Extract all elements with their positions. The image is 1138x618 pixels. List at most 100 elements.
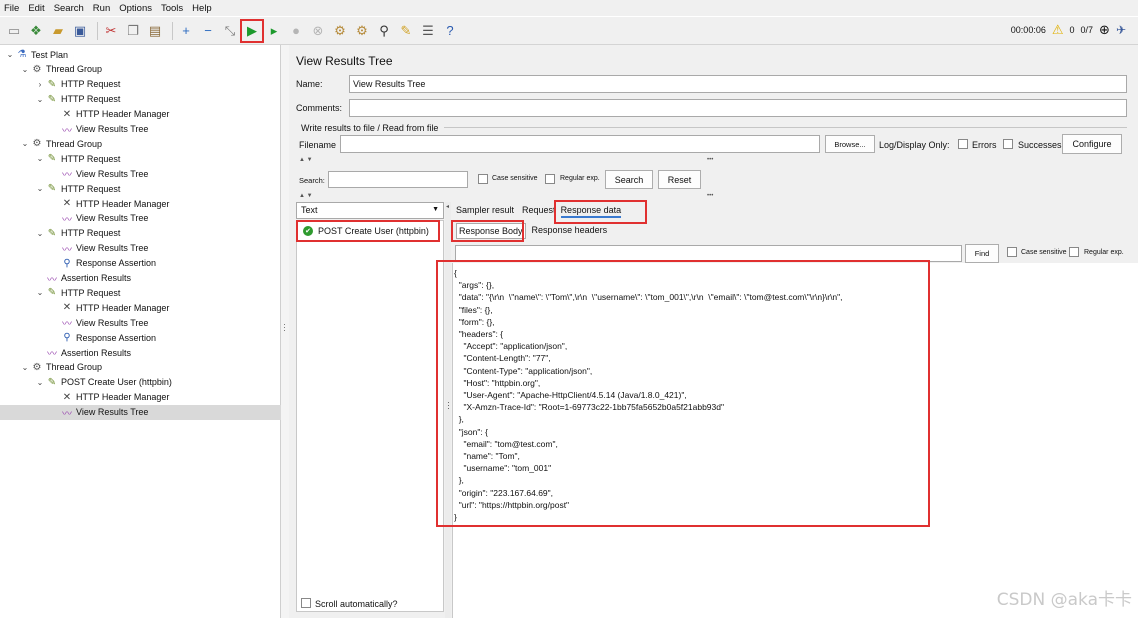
tab-request[interactable]: Request: [522, 205, 556, 218]
copy-icon[interactable]: ❐: [124, 22, 142, 40]
collapse-arrows-2[interactable]: ▲ ▼: [299, 193, 313, 199]
chevron-down-icon[interactable]: ⌄: [20, 139, 30, 148]
collapse-icon[interactable]: −: [199, 22, 217, 40]
errors-checkbox[interactable]: [958, 139, 968, 149]
tree-node[interactable]: 〰 View Results Tree: [50, 211, 148, 226]
tree-node[interactable]: ⌄ ✎ HTTP Request: [35, 151, 121, 166]
name-field[interactable]: View Results Tree: [349, 75, 1127, 93]
tree-node[interactable]: ✕ HTTP Header Manager: [50, 390, 170, 405]
cut-icon[interactable]: ✂: [102, 22, 120, 40]
successes-checkbox[interactable]: [1003, 139, 1013, 149]
reset-button[interactable]: Reset: [658, 170, 701, 189]
tree-node[interactable]: 〰 View Results Tree: [0, 404, 281, 420]
vertical-splitter[interactable]: · · ·: [281, 45, 289, 618]
function-helper-icon[interactable]: ☰: [419, 22, 437, 40]
filename-field[interactable]: [340, 135, 820, 153]
tree-node[interactable]: ⌄ ⚙ Thread Group: [20, 360, 102, 375]
chevron-down-icon[interactable]: ⌄: [35, 184, 45, 193]
tree-node[interactable]: 〰 View Results Tree: [50, 122, 148, 137]
tree-node-label: View Results Tree: [76, 124, 149, 134]
browse-button[interactable]: Browse...: [825, 135, 875, 153]
save-icon[interactable]: ▣: [71, 22, 89, 40]
tree-node[interactable]: ⌄ ✎ HTTP Request: [35, 92, 121, 107]
graph-icon: 〰: [62, 125, 72, 137]
magnifier-icon: ⚲: [63, 332, 71, 344]
search-icon[interactable]: ⚲: [375, 22, 393, 40]
paste-icon[interactable]: ▤: [146, 22, 164, 40]
menu-file[interactable]: File: [4, 3, 19, 14]
find-button[interactable]: Find: [965, 244, 999, 263]
tree-node[interactable]: ✕ HTTP Header Manager: [50, 196, 170, 211]
tree-node-label: HTTP Request: [61, 287, 121, 298]
tree-node[interactable]: ⚲ Response Assertion: [50, 330, 156, 345]
divider-grip[interactable]: •••: [707, 157, 713, 163]
tree-node[interactable]: ⚲ Response Assertion: [50, 256, 156, 271]
regular-exp-checkbox[interactable]: [545, 174, 555, 184]
active-threads: 0/7: [1080, 25, 1094, 35]
tab-response-headers[interactable]: Response headers: [532, 225, 608, 239]
clear-icon[interactable]: ⚙: [331, 22, 349, 40]
remote-icon[interactable]: ⊕: [1099, 22, 1110, 38]
expand-icon[interactable]: +: [177, 22, 195, 40]
menu-tools[interactable]: Tools: [161, 3, 183, 14]
chevron-down-icon[interactable]: ⌄: [20, 65, 30, 74]
chevron-down-icon[interactable]: ⌄: [35, 154, 45, 163]
stop-icon[interactable]: ●: [287, 22, 305, 40]
tree-node[interactable]: ⌄ ⚗ Test Plan: [5, 47, 68, 62]
tree-node[interactable]: 〰 View Results Tree: [50, 166, 148, 182]
tree-node[interactable]: 〰 View Results Tree: [50, 315, 148, 331]
tree-node[interactable]: ⌄ ✎ POST Create User (httpbin): [35, 375, 172, 390]
tree-node[interactable]: 〰 Assertion Results: [35, 345, 131, 361]
write-results-label: Write results to file / Read from file: [301, 123, 439, 133]
comments-field[interactable]: [349, 99, 1127, 117]
tree-node[interactable]: ⌄ ⚙ Thread Group: [20, 62, 102, 77]
gear-icon: ⚙: [32, 361, 42, 373]
new-icon[interactable]: ▭: [5, 22, 23, 40]
clear-all-icon[interactable]: ⚙: [353, 22, 371, 40]
open-icon[interactable]: ▰: [49, 22, 67, 40]
tree-node[interactable]: ⌄ ✎ HTTP Request: [35, 285, 121, 300]
tree-node[interactable]: ⌄ ✎ HTTP Request: [35, 226, 121, 241]
tree-node[interactable]: 〰 View Results Tree: [50, 241, 148, 256]
chevron-right-icon[interactable]: ›: [35, 80, 45, 89]
menu-edit[interactable]: Edit: [28, 3, 44, 14]
case-sensitive-checkbox[interactable]: [478, 174, 488, 184]
tree-node[interactable]: ✕ HTTP Header Manager: [50, 300, 170, 315]
divider-grip-2[interactable]: •••: [707, 193, 713, 199]
configure-button[interactable]: Configure: [1062, 134, 1122, 154]
chevron-down-icon[interactable]: ⌄: [5, 50, 15, 59]
tree-node[interactable]: › ✎ HTTP Request: [35, 77, 121, 92]
collapse-arrows[interactable]: ▲ ▼: [299, 157, 313, 163]
logviewer-icon[interactable]: ✈: [1116, 23, 1126, 37]
splitter-arrow-left[interactable]: ◂: [446, 203, 449, 210]
warning-icon[interactable]: ⚠: [1052, 22, 1064, 38]
menu-help[interactable]: Help: [192, 3, 212, 14]
chevron-down-icon[interactable]: ⌄: [35, 229, 45, 238]
scroll-automatically-checkbox[interactable]: [301, 598, 311, 608]
tree-node[interactable]: ⌄ ⚙ Thread Group: [20, 136, 102, 151]
help-icon[interactable]: ?: [441, 22, 459, 40]
chevron-down-icon[interactable]: ⌄: [35, 378, 45, 387]
templates-icon[interactable]: ❖: [27, 22, 45, 40]
start-icon[interactable]: ▶: [240, 18, 264, 43]
reset-search-icon[interactable]: ✎: [397, 22, 415, 40]
tree-node[interactable]: ⌄ ✎ HTTP Request: [35, 181, 121, 196]
start-no-pause-icon[interactable]: ▸: [265, 22, 283, 40]
menu-options[interactable]: Options: [119, 3, 152, 14]
tree-node[interactable]: 〰 Assertion Results: [35, 271, 131, 286]
tab-sampler-result[interactable]: Sampler result: [456, 205, 514, 218]
find-case-checkbox[interactable]: [1007, 247, 1017, 257]
renderer-select[interactable]: Text ▼: [296, 202, 444, 219]
chevron-down-icon[interactable]: ⌄: [20, 363, 30, 372]
chevron-down-icon[interactable]: ⌄: [35, 95, 45, 104]
menu-search[interactable]: Search: [54, 3, 84, 14]
find-regex-checkbox[interactable]: [1069, 247, 1079, 257]
chevron-down-icon[interactable]: ⌄: [35, 288, 45, 297]
shutdown-icon[interactable]: ⊗: [309, 22, 327, 40]
toggle-icon[interactable]: ⤡: [221, 22, 239, 40]
results-list: [296, 220, 444, 612]
search-button[interactable]: Search: [605, 170, 653, 189]
tree-node[interactable]: ✕ HTTP Header Manager: [50, 107, 170, 122]
menu-run[interactable]: Run: [93, 3, 110, 14]
search-field[interactable]: [328, 171, 468, 188]
